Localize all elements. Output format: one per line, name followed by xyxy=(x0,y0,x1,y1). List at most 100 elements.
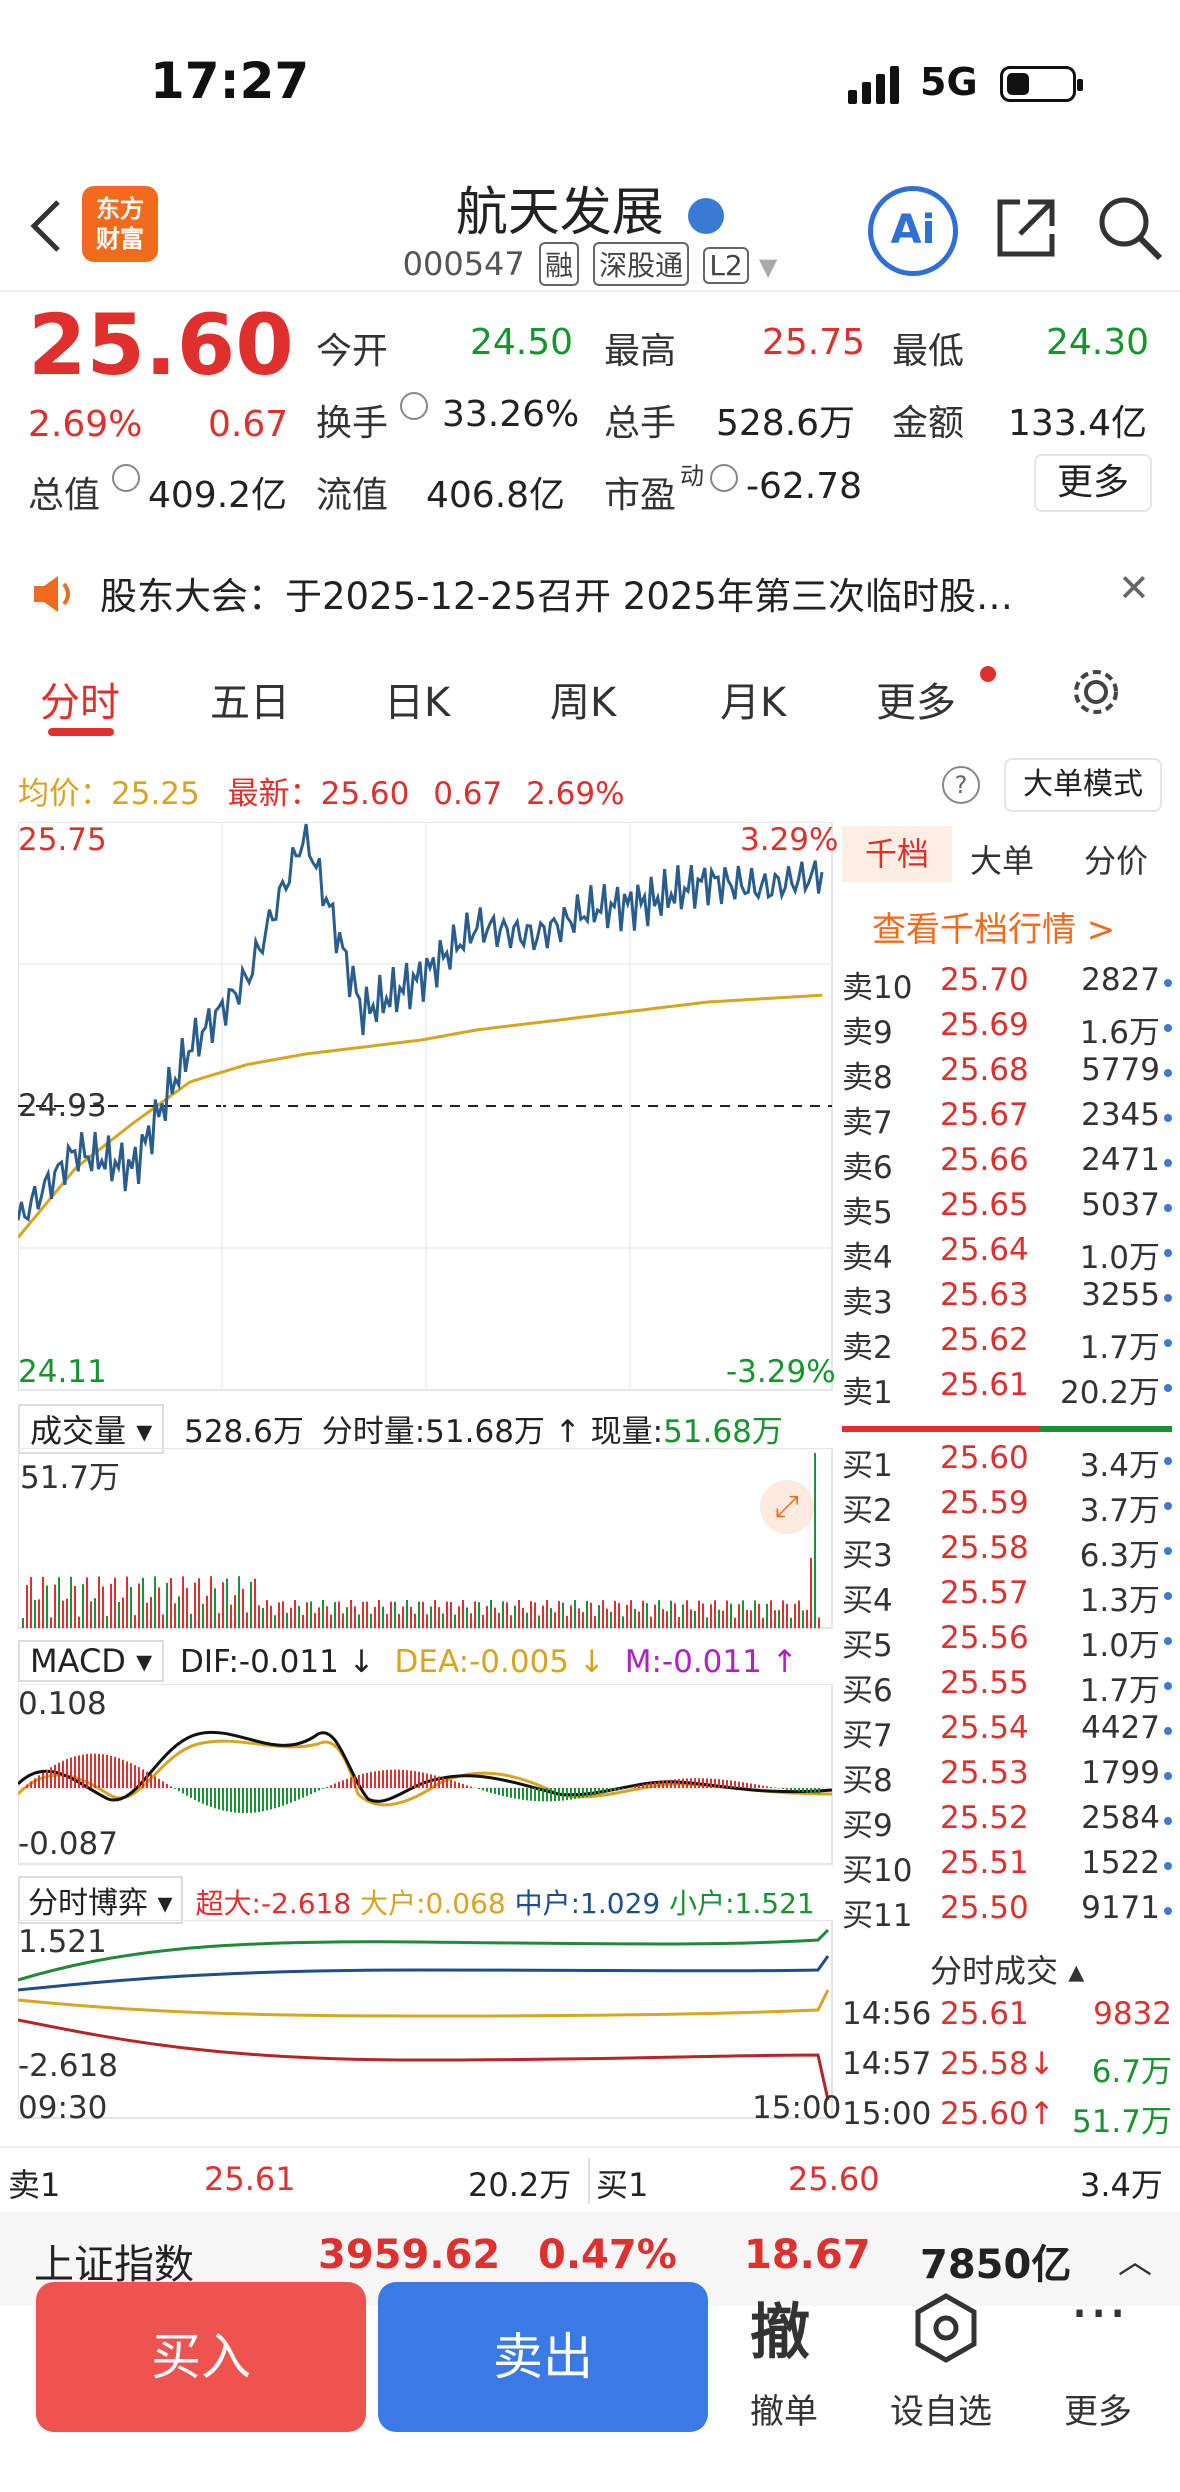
ask-row[interactable]: 卖1 25.61 20.2万 xyxy=(842,1367,1172,1412)
volume-bar xyxy=(754,1600,756,1628)
bid-row[interactable]: 买4 25.57 1.3万 xyxy=(842,1575,1172,1620)
tab-monthly-k[interactable]: 月K xyxy=(720,670,786,728)
buy-button[interactable]: 买入 xyxy=(36,2282,366,2432)
bid-row[interactable]: 买2 25.59 3.7万 xyxy=(842,1485,1172,1530)
sell-button[interactable]: 卖出 xyxy=(378,2282,708,2432)
macd-bar xyxy=(658,1781,660,1788)
macd-bar xyxy=(70,1757,72,1788)
volume-bar xyxy=(730,1603,732,1628)
bid-row[interactable]: 买6 25.55 1.7万 xyxy=(842,1665,1172,1710)
ask-row[interactable]: 卖3 25.63 3255 xyxy=(842,1277,1172,1322)
tab-five-day[interactable]: 五日 xyxy=(210,670,290,728)
orderbook-tab-qiandang[interactable]: 千档 xyxy=(842,826,952,882)
level-dot-icon xyxy=(1164,1592,1172,1600)
orderbook-tab-fenjia[interactable]: 分价 xyxy=(1084,836,1148,882)
game-dropdown[interactable]: 分时博弈 ▾ xyxy=(18,1876,183,1924)
volume-bar xyxy=(62,1600,64,1628)
notice-text[interactable]: 股东大会：于2025-12-25召开 2025年第三次临时股… xyxy=(100,566,1013,620)
volume-bar xyxy=(470,1613,472,1628)
trades-header[interactable]: 分时成交 ▴ xyxy=(930,1946,1084,1992)
gear-icon[interactable] xyxy=(1070,666,1122,722)
volume-bar xyxy=(42,1576,44,1628)
chevron-down-icon[interactable]: ▼ xyxy=(759,253,777,281)
cancel-order-label[interactable]: 撤单 xyxy=(750,2384,818,2433)
macd-bar xyxy=(386,1769,388,1788)
orderbook-link[interactable]: 查看千档行情 > xyxy=(872,902,1115,951)
ask-row[interactable]: 卖5 25.65 5037 xyxy=(842,1187,1172,1232)
chevron-up-icon[interactable]: ︿ xyxy=(1118,2234,1152,2283)
tab-fenshi[interactable]: 分时 xyxy=(40,670,120,728)
more-quote-button[interactable]: 更多 xyxy=(1034,454,1152,512)
level-dot-icon xyxy=(1164,1069,1172,1077)
bid-row[interactable]: 买9 25.52 2584 xyxy=(842,1800,1172,1845)
add-watch-icon[interactable] xyxy=(910,2292,982,2368)
help-icon[interactable]: ? xyxy=(942,766,980,804)
macd-bar xyxy=(82,1754,84,1788)
macd-bar xyxy=(570,1788,572,1800)
volume-max-label: 51.7万 xyxy=(20,1460,121,1496)
macd-bar xyxy=(610,1788,612,1792)
bid-row[interactable]: 买1 25.60 3.4万 xyxy=(842,1440,1172,1485)
search-icon[interactable] xyxy=(1094,192,1166,268)
tab-more[interactable]: 更多 xyxy=(876,670,956,728)
ai-button[interactable]: Ai xyxy=(868,186,958,276)
macd-bar xyxy=(526,1788,528,1801)
volume-bar xyxy=(494,1607,496,1628)
ask-row[interactable]: 卖2 25.62 1.7万 xyxy=(842,1322,1172,1367)
bid-volume: 1522 xyxy=(1081,1845,1160,1881)
tab-weekly-k[interactable]: 周K xyxy=(550,670,616,728)
volume-bar xyxy=(278,1602,280,1628)
macd-bar xyxy=(746,1782,748,1788)
ask-row[interactable]: 卖6 25.66 2471 xyxy=(842,1142,1172,1187)
ask-row[interactable]: 卖7 25.67 2345 xyxy=(842,1097,1172,1142)
bid-row[interactable]: 买10 25.51 1522 xyxy=(842,1845,1172,1890)
info-icon[interactable] xyxy=(710,464,738,492)
share-icon[interactable] xyxy=(990,192,1062,268)
macd-bar xyxy=(310,1788,312,1795)
ask-row[interactable]: 卖8 25.68 5779 xyxy=(842,1052,1172,1097)
speaker-icon xyxy=(30,574,76,618)
ask-row[interactable]: 卖9 25.69 1.6万 xyxy=(842,1007,1172,1052)
ask-price: 25.63 xyxy=(940,1277,1029,1313)
macd-bar xyxy=(786,1788,788,1790)
expand-icon[interactable]: ⤢ xyxy=(760,1480,814,1534)
volume-dropdown[interactable]: 成交量 ▾ xyxy=(18,1404,165,1454)
macd-dropdown[interactable]: MACD ▾ xyxy=(18,1640,165,1682)
add-watch-label[interactable]: 设自选 xyxy=(890,2384,992,2433)
volume-bar xyxy=(814,1453,816,1628)
bid-row[interactable]: 买7 25.54 4427 xyxy=(842,1710,1172,1755)
info-icon[interactable] xyxy=(400,392,428,420)
bid-row[interactable]: 买5 25.56 1.0万 xyxy=(842,1620,1172,1665)
bid-volume: 3.4万 xyxy=(1079,1448,1160,1484)
bid-price: 25.55 xyxy=(940,1665,1029,1701)
cancel-order-icon[interactable]: 撤 xyxy=(750,2284,810,2371)
orderbook-tab-dadan[interactable]: 大单 xyxy=(970,836,1034,882)
bid-price: 25.52 xyxy=(940,1800,1029,1836)
ask-row[interactable]: 卖10 25.70 2827 xyxy=(842,962,1172,1007)
bid-row[interactable]: 买3 25.58 6.3万 xyxy=(842,1530,1172,1575)
macd-bar xyxy=(758,1784,760,1788)
macd-bar xyxy=(442,1777,444,1788)
macd-bar xyxy=(118,1758,120,1788)
more-actions-label[interactable]: 更多 xyxy=(1064,2384,1132,2433)
price-chart[interactable] xyxy=(18,822,834,1392)
volume-bar xyxy=(266,1600,268,1628)
volume-bar xyxy=(182,1576,184,1628)
ask-row[interactable]: 卖4 25.64 1.0万 xyxy=(842,1232,1172,1277)
volume-bar xyxy=(766,1603,768,1628)
level-dot-icon xyxy=(1164,1817,1172,1825)
close-icon[interactable]: ✕ xyxy=(1118,566,1150,610)
level-dot-icon xyxy=(1164,1682,1172,1690)
bid-row[interactable]: 买11 25.50 9171 xyxy=(842,1890,1172,1935)
volume-bar xyxy=(310,1601,312,1628)
volume-header: 成交量 ▾ 528.6万 分时量:51.68万 ↑ 现量:51.68万 xyxy=(18,1404,834,1454)
more-dots-icon[interactable]: ··· xyxy=(1070,2284,1127,2344)
volume-bar xyxy=(394,1601,396,1628)
volume-bar xyxy=(218,1613,220,1628)
tab-daily-k[interactable]: 日K xyxy=(384,670,450,728)
volume-bar xyxy=(710,1604,712,1628)
volume-bar xyxy=(434,1600,436,1628)
bid-row[interactable]: 买8 25.53 1799 xyxy=(842,1755,1172,1800)
big-order-mode-button[interactable]: 大单模式 xyxy=(1004,758,1162,812)
info-icon[interactable] xyxy=(112,464,140,492)
